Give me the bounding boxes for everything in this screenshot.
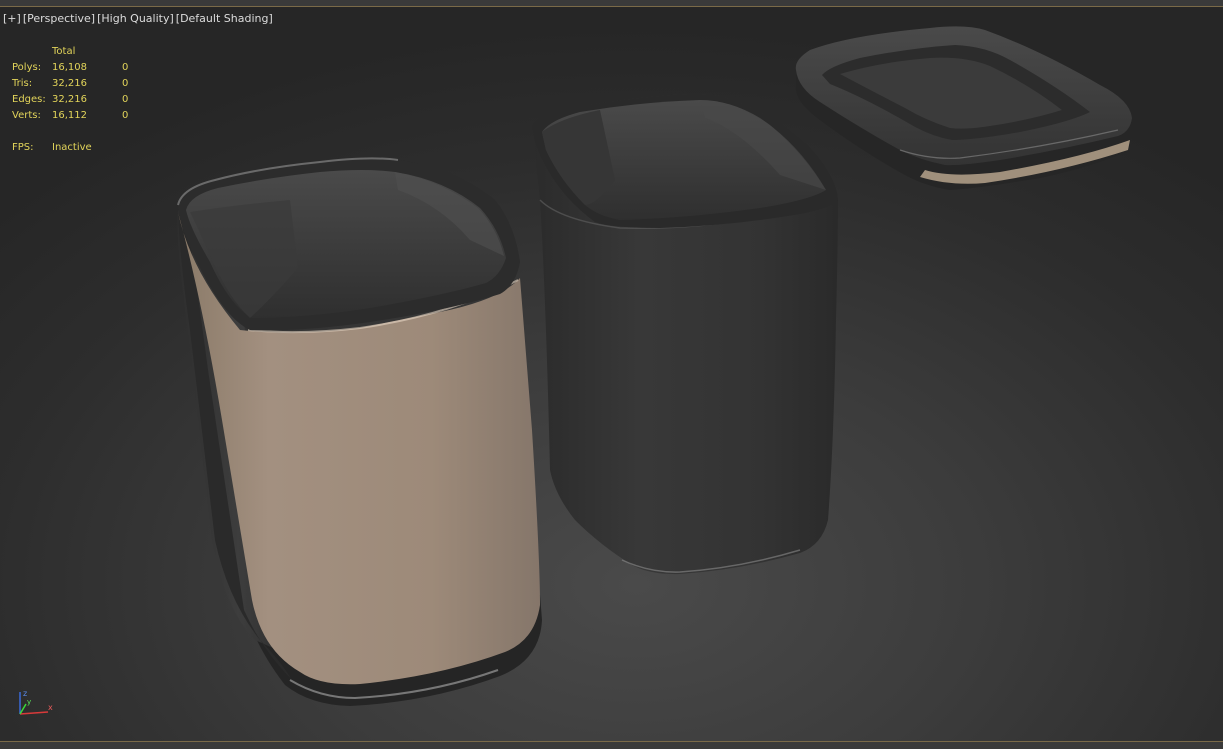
stats-header-row: Total — [12, 44, 152, 60]
axis-gizmo-icon: z x y — [19, 689, 53, 715]
viewport-quality-menu[interactable]: [High Quality] — [97, 12, 174, 28]
scene-statistics: Total Polys: 16,108 0 Tris: 32,216 0 Edg… — [12, 44, 152, 156]
stats-row: Verts: 16,112 0 — [12, 108, 152, 124]
3d-viewport[interactable]: [+] [Perspective] [High Quality] [Defaul… — [0, 0, 1223, 749]
scene-render[interactable] — [0, 0, 1223, 749]
stats-selected: 0 — [122, 62, 129, 73]
stats-label: Polys: — [12, 62, 42, 73]
viewport-plus-menu[interactable]: [+] — [3, 12, 21, 28]
stats-selected: 0 — [122, 78, 129, 89]
stats-row: Polys: 16,108 0 — [12, 60, 152, 76]
stats-total: 32,216 — [52, 78, 87, 89]
stats-row: Tris: 32,216 0 — [12, 76, 152, 92]
stats-label: Tris: — [12, 78, 33, 89]
gizmo-z-label: z — [23, 689, 27, 698]
gizmo-y-label: y — [27, 698, 31, 706]
stats-label: Edges: — [12, 94, 46, 105]
ring-rim-model[interactable] — [795, 26, 1132, 191]
stats-total: 16,112 — [52, 110, 87, 121]
gizmo-x-label: x — [48, 703, 53, 712]
fps-label: FPS: — [12, 142, 34, 153]
viewport-shading-menu[interactable]: [Default Shading] — [176, 12, 273, 28]
stats-selected: 0 — [122, 110, 129, 121]
viewport-label-bar: [+] [Perspective] [High Quality] [Defaul… — [3, 12, 273, 28]
middle-bin-model[interactable] — [532, 94, 838, 575]
stats-selected: 0 — [122, 94, 129, 105]
stats-header-total: Total — [52, 46, 76, 57]
stats-label: Verts: — [12, 110, 41, 121]
stats-row: Edges: 32,216 0 — [12, 92, 152, 108]
viewport-view-menu[interactable]: [Perspective] — [23, 12, 95, 28]
fps-value: Inactive — [52, 142, 92, 153]
left-bin-model[interactable] — [177, 157, 542, 706]
fps-row: FPS: Inactive — [12, 140, 152, 156]
stats-total: 32,216 — [52, 94, 87, 105]
stats-total: 16,108 — [52, 62, 87, 73]
